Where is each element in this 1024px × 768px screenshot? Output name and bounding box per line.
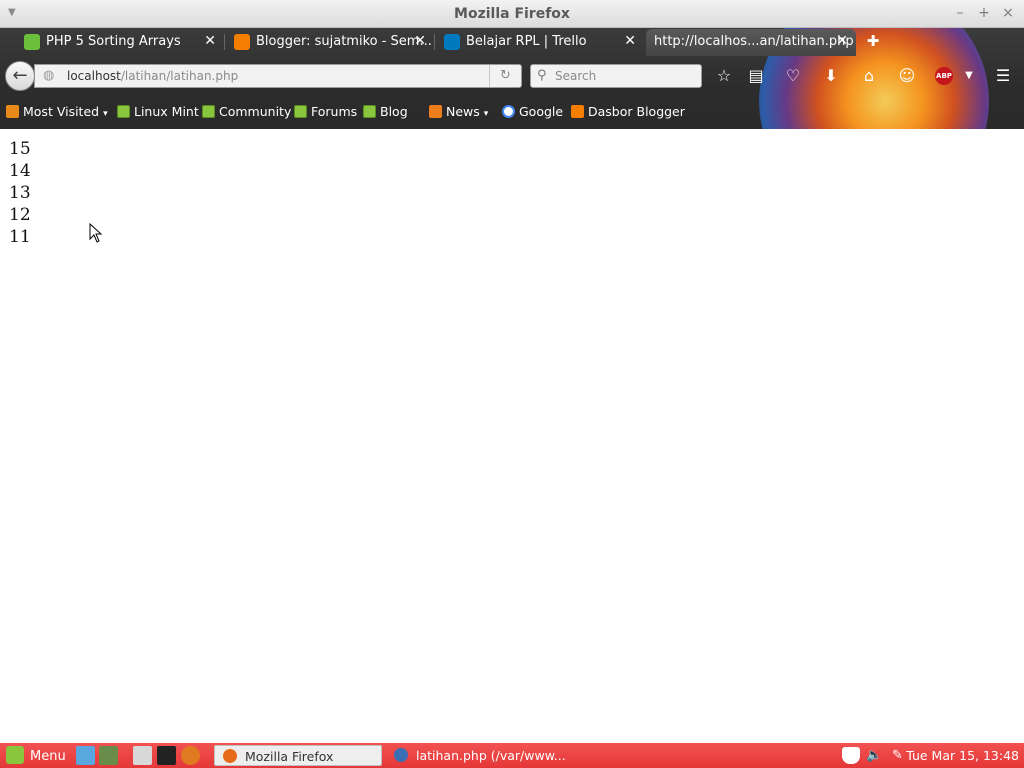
url-host: localhost [67,69,121,83]
back-arrow-icon[interactable]: ← [5,61,35,91]
mint-icon [363,105,376,118]
reload-icon[interactable]: ↻ [489,65,521,87]
files-launcher-icon[interactable] [133,746,152,765]
tab-label: http://localhos...an/latihan.php [654,34,854,49]
url-path: /latihan/latihan.php [120,69,239,83]
navigation-toolbar: ◍ localhost/latihan/latihan.php ↻ ← ⚲ Se… [0,58,1024,96]
clock[interactable]: Tue Mar 15, 13:48 [906,746,1019,765]
bookmark-label: Google [519,104,564,119]
bookmark-linux-mint[interactable]: Linux Mint [117,103,199,121]
output-line: 14 [9,161,31,181]
close-tab-icon[interactable]: ✕ [624,29,636,54]
start-menu-button[interactable]: Menu [6,746,66,766]
mint-icon [294,105,307,118]
bookmark-blog[interactable]: Blog [363,103,408,121]
folder-icon [6,105,19,118]
blogger-favicon-icon [234,34,250,50]
bookmark-label: Dasbor Blogger [588,104,685,119]
maximize-button[interactable]: + [975,4,993,22]
blogger-icon [571,105,584,118]
new-tab-plus-icon[interactable]: ✚ [864,32,882,50]
bookmark-dasbor-blogger[interactable]: Dasbor Blogger [571,103,685,121]
tab-strip: PHP 5 Sorting Arrays ✕ Blogger: sujatmik… [0,28,1024,56]
bookmark-label: News [446,104,480,119]
search-box[interactable]: ⚲ Search [530,64,702,88]
pocket-icon[interactable]: ♡ [782,65,804,87]
bookmark-most-visited[interactable]: Most Visited ▾ [6,103,108,123]
bookmark-label: Linux Mint [134,104,199,119]
task-label: Mozilla Firefox [245,749,334,764]
bookmark-google[interactable]: Google [502,103,563,121]
minimize-button[interactable]: – [951,4,969,22]
tab-blogger[interactable]: Blogger: sujatmiko - Sem... ✕ [210,29,434,56]
bookmark-label: Forums [311,104,358,119]
menu-label: Menu [30,749,66,764]
bookmark-community[interactable]: Community [202,103,291,121]
adblock-plus-icon[interactable]: ABP [935,67,953,85]
adblock-dropdown-chevron-icon[interactable]: ▼ [958,65,980,87]
system-taskbar: Menu Mozilla Firefox latihan.php (/var/w… [0,743,1024,768]
taskbar-item-editor[interactable]: latihan.php (/var/www... [386,745,576,766]
hello-chat-icon[interactable]: ☺ [896,65,918,87]
firefox-icon [223,749,237,763]
bookmark-forums[interactable]: Forums [294,103,357,121]
close-tab-icon[interactable]: ✕ [836,29,848,54]
tab-label: Belajar RPL | Trello [466,34,587,49]
page-content: 15 14 13 12 11 [0,129,1024,743]
hamburger-menu-icon[interactable]: ☰ [992,65,1014,87]
mint-icon [117,105,130,118]
tab-php-sorting[interactable]: PHP 5 Sorting Arrays ✕ [0,29,224,56]
rss-icon [429,105,442,118]
output-line: 13 [9,183,31,203]
taskbar-item-firefox[interactable]: Mozilla Firefox [214,745,382,766]
site-identity-globe-icon[interactable]: ◍ [43,68,54,83]
window-titlebar: ▼ Mozilla Firefox – + × [0,0,1024,28]
tab-trello[interactable]: Belajar RPL | Trello ✕ [420,29,644,56]
firefox-window: ▼ Mozilla Firefox – + × PHP 5 Sorting Ar… [0,0,1024,768]
mouse-pointer-icon [89,223,103,243]
bookmarks-toolbar: Most Visited ▾ Linux Mint Community Foru… [0,100,1024,124]
output-line: 12 [9,205,31,225]
show-desktop-icon[interactable] [76,746,95,765]
bookmark-label: Community [219,104,292,119]
console-launcher-icon[interactable] [157,746,176,765]
terminal-launcher-icon[interactable] [99,746,118,765]
reading-list-icon[interactable]: ▤ [745,65,767,87]
url-bar[interactable]: ◍ localhost/latihan/latihan.php ↻ [34,64,522,88]
tab-label: PHP 5 Sorting Arrays [46,34,181,49]
browser-chrome: PHP 5 Sorting Arrays ✕ Blogger: sujatmik… [0,28,1024,129]
search-magnifier-icon: ⚲ [537,68,547,83]
output-line: 15 [9,139,31,159]
bookmark-label: Most Visited [23,104,100,119]
bookmark-news[interactable]: News ▾ [429,103,488,123]
mint-icon [202,105,215,118]
output-line: 11 [9,227,31,247]
trello-favicon-icon [444,34,460,50]
task-label: latihan.php (/var/www... [416,748,566,763]
bookmark-label: Blog [380,104,408,119]
chevron-down-icon: ▾ [483,109,489,119]
home-icon[interactable]: ⌂ [858,65,880,87]
close-window-button[interactable]: × [999,4,1017,22]
tab-localhost-active[interactable]: http://localhos...an/latihan.php ✕ [646,29,856,56]
w3schools-favicon-icon [24,34,40,50]
firefox-launcher-icon[interactable] [181,746,200,765]
editor-icon [394,748,408,762]
chevron-down-icon: ▾ [103,109,108,119]
search-placeholder: Search [555,69,597,83]
volume-icon[interactable]: 🔈 [866,747,884,764]
bookmark-star-icon[interactable]: ☆ [713,65,735,87]
tab-label: Blogger: sujatmiko - Sem... [256,34,432,49]
mint-logo-icon [6,746,24,764]
download-arrow-icon[interactable]: ⬇ [820,65,842,87]
window-title: Mozilla Firefox [454,6,570,22]
url-text[interactable]: localhost/latihan/latihan.php [67,69,238,83]
security-shield-icon[interactable] [842,747,860,764]
google-icon [502,105,515,118]
